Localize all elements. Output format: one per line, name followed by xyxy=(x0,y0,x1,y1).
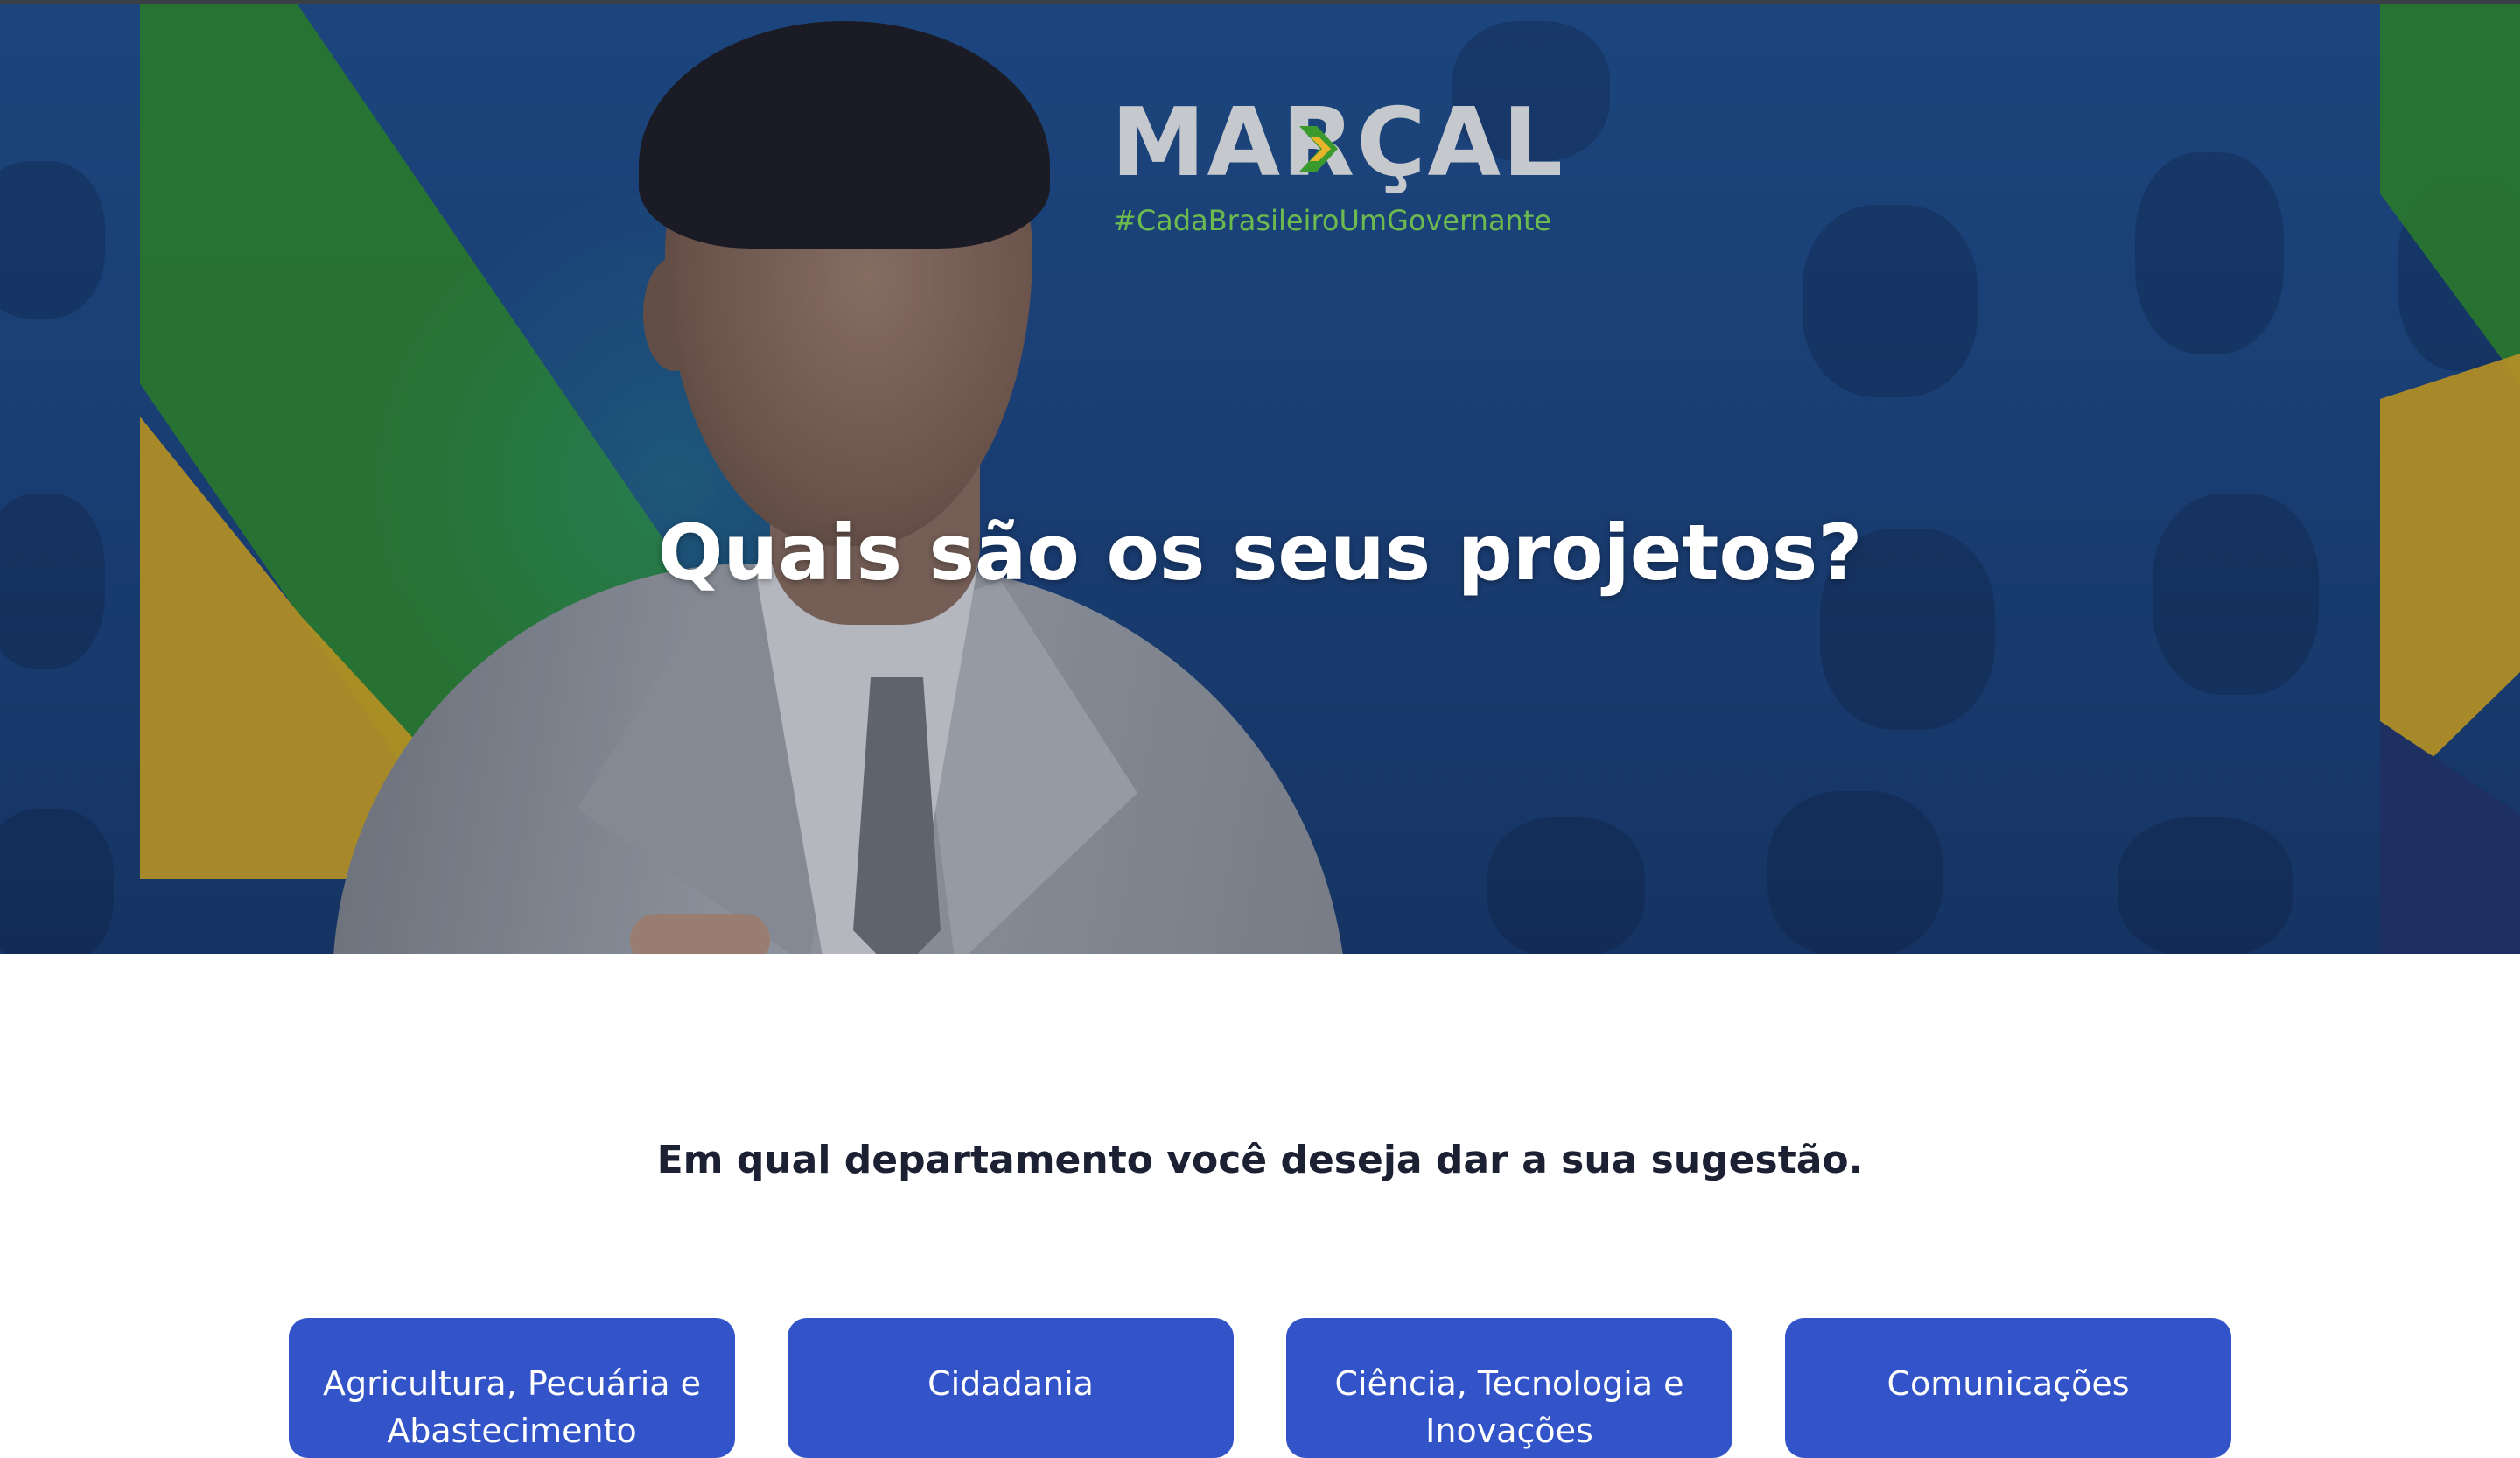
logo-chevron-icon xyxy=(1299,126,1338,172)
department-button-label: Agricultura, Pecuária e Abastecimento xyxy=(322,1364,701,1450)
department-button-label: Cidadania xyxy=(928,1364,1094,1403)
department-button-label: Comunicações xyxy=(1886,1364,2130,1403)
hero-title: Quais são os seus projetos? xyxy=(657,508,1863,598)
brand-logo: MARÇAL xyxy=(1111,91,1564,196)
department-button-label: Ciência, Tecnologia e Inovações xyxy=(1334,1364,1684,1450)
department-prompt: Em qual departamento você deseja dar a s… xyxy=(656,1138,1864,1182)
brand-tagline: #CadaBrasileiroUmGovernante xyxy=(1113,204,1552,237)
department-button-comunicacoes[interactable]: Comunicações xyxy=(1785,1318,2231,1458)
department-button-cidadania[interactable]: Cidadania xyxy=(788,1318,1234,1458)
department-button-agricultura[interactable]: Agricultura, Pecuária e Abastecimento xyxy=(289,1318,735,1458)
hero-banner: MARÇAL #CadaBrasileiroUmGovernante Quais… xyxy=(0,4,2520,954)
department-button-ciencia[interactable]: Ciência, Tecnologia e Inovações xyxy=(1286,1318,1732,1458)
